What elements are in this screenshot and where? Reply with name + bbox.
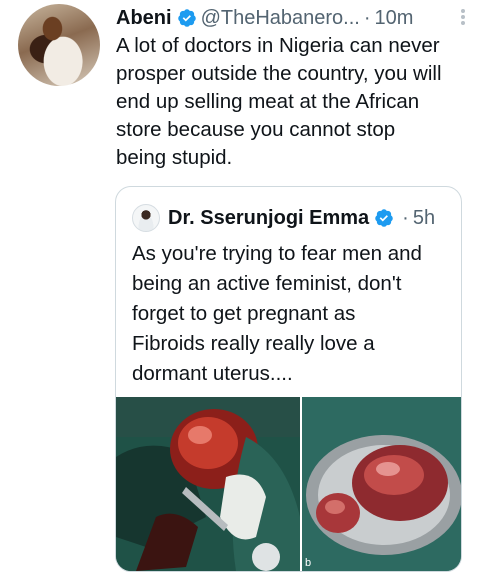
- tweet-text-line: store because you cannot stop: [116, 118, 396, 141]
- surgery-photo-illustration: [116, 397, 300, 571]
- separator-dot: ·: [363, 6, 371, 29]
- quoted-tweet-card[interactable]: Dr. Sserunjogi Emma · 5h As you're tryin…: [115, 186, 462, 572]
- tweet-timestamp[interactable]: 10m: [375, 7, 414, 30]
- quoted-tweet-timestamp[interactable]: 5h: [413, 207, 435, 230]
- quoted-text-line: As you're trying to fear men and: [132, 242, 422, 265]
- fibroids-photo-illustration: [302, 397, 461, 571]
- tweet-header: Abeni @TheHabanero... · 10m: [116, 6, 466, 30]
- separator-dot: ·: [402, 206, 409, 229]
- author-handle[interactable]: @TheHabanero...: [201, 7, 360, 30]
- quoted-text-line: being an active feminist, don't: [132, 272, 402, 295]
- verified-badge-icon: [375, 209, 393, 227]
- author-avatar[interactable]: [18, 4, 100, 86]
- tweet-text-line: A lot of doctors in Nigeria can never: [116, 34, 440, 57]
- image-label: b: [305, 557, 312, 569]
- more-options-icon[interactable]: [460, 8, 466, 26]
- quoted-tweet-media: b: [116, 397, 461, 571]
- tweet-text: A lot of doctors in Nigeria can never pr…: [116, 32, 466, 172]
- removed-fibroids-photo[interactable]: b: [302, 397, 461, 571]
- verified-badge-icon: [177, 9, 196, 27]
- surgery-photo[interactable]: [116, 397, 300, 571]
- quoted-text-line: Fibroids really really love a: [132, 332, 375, 355]
- author-name[interactable]: Abeni: [116, 7, 172, 30]
- quoted-text-line: forget to get pregnant as: [132, 302, 356, 325]
- quoted-tweet-text: As you're trying to fear men and being a…: [132, 239, 452, 389]
- tweet-text-line: prosper outside the country, you will: [116, 62, 442, 85]
- tweet-text-line: being stupid.: [116, 146, 233, 169]
- quoted-author-name[interactable]: Dr. Sserunjogi Emma: [168, 207, 369, 230]
- quoted-tweet-header: Dr. Sserunjogi Emma · 5h: [132, 204, 435, 232]
- quoted-author-avatar[interactable]: [132, 204, 160, 232]
- tweet-text-line: end up selling meat at the African: [116, 90, 420, 113]
- quoted-text-line: dormant uterus....: [132, 362, 293, 385]
